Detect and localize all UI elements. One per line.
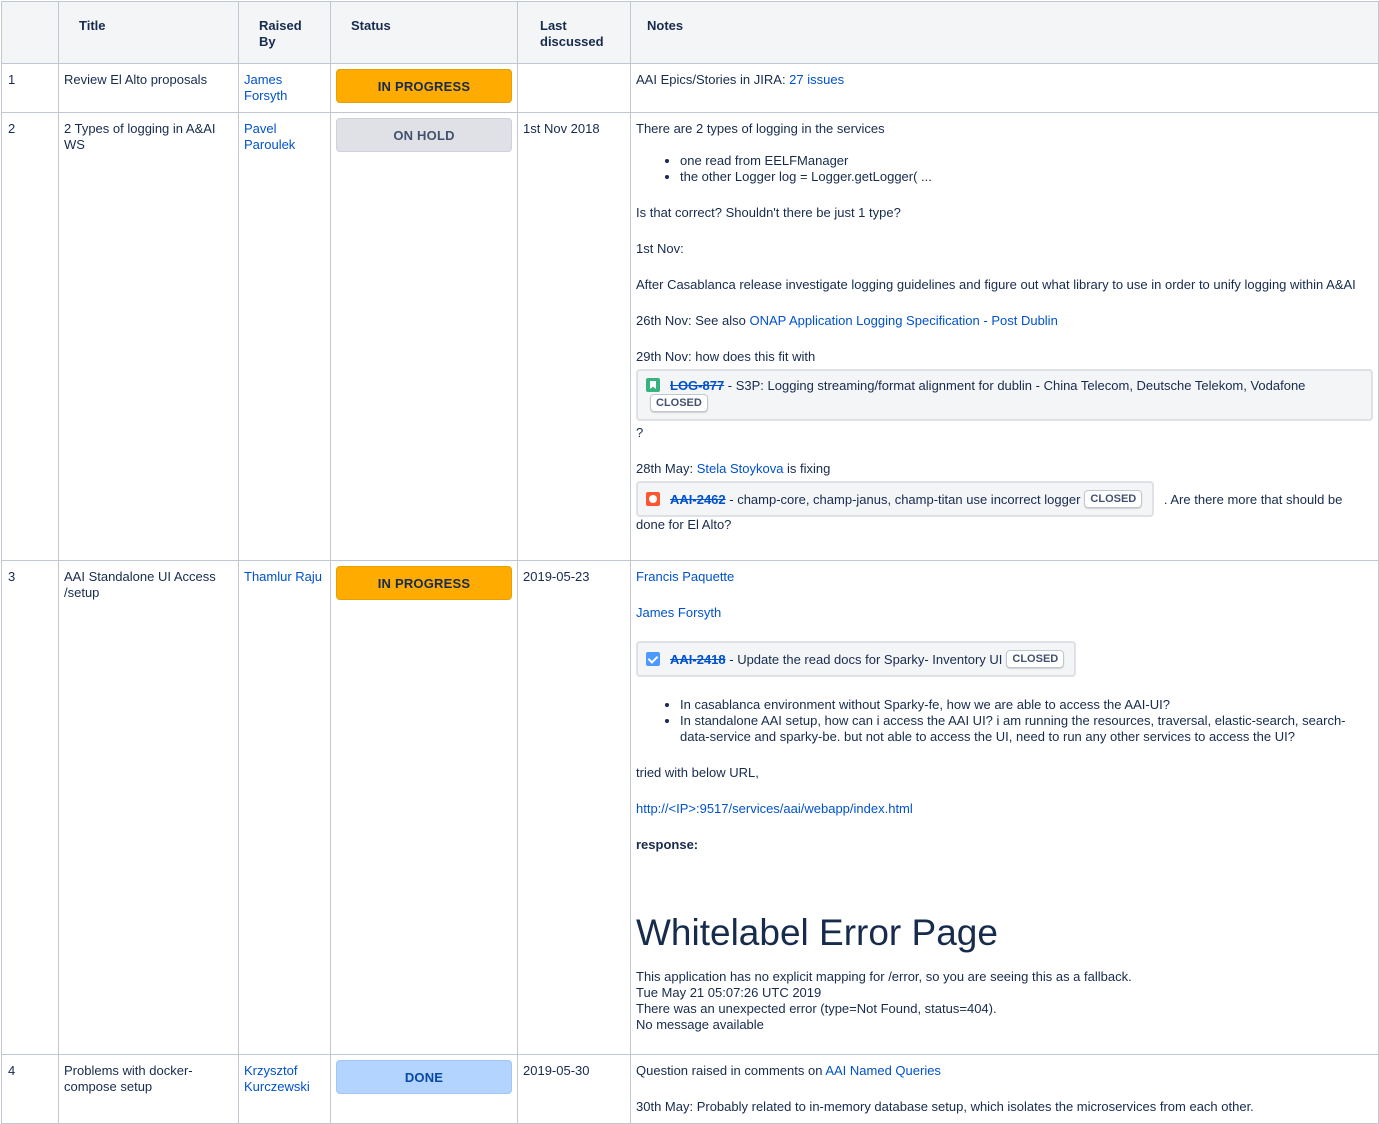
notes-paragraph: 30th May: Probably related to in-memory …	[636, 1099, 1254, 1114]
row-title: Problems with docker-compose setup	[58, 1054, 239, 1124]
row-raised-by: Thamlur Raju	[238, 560, 331, 1055]
table-row: 2 2 Types of logging in A&AI WS Pavel Pa…	[1, 112, 1379, 561]
row-raised-by: James Forsyth	[238, 63, 331, 113]
notes-text: is fixing	[783, 461, 831, 476]
status-lozenge: IN PROGRESS	[336, 69, 512, 103]
notes-text: AAI Epics/Stories in JIRA:	[636, 72, 790, 87]
jira-issue-key[interactable]: AAI-2418	[670, 652, 726, 667]
error-page-title: Whitelabel Error Page	[636, 912, 998, 953]
response-label: response:	[636, 837, 699, 852]
user-mention-link[interactable]: James Forsyth	[636, 605, 721, 620]
row-notes: AAI Epics/Stories in JIRA: 27 issues	[630, 63, 1379, 113]
story-icon	[646, 378, 660, 392]
notes-paragraph: 1st Nov:	[636, 241, 684, 256]
row-last-discussed	[517, 63, 631, 113]
status-lozenge: ON HOLD	[336, 118, 512, 152]
notes-paragraph: AAI-2462 - champ-core, champ-janus, cham…	[636, 481, 1373, 533]
notes-text: Question raised in comments on	[636, 1063, 826, 1078]
jira-issue-macro[interactable]: AAI-2418 - Update the read docs for Spar…	[636, 641, 1077, 677]
table-row: 3 AAI Standalone UI Access /setup Thamlu…	[1, 560, 1379, 1055]
row-number: 4	[1, 1054, 59, 1124]
jira-issue-summary: - S3P: Logging streaming/format alignmen…	[724, 378, 1306, 393]
row-number: 2	[1, 112, 59, 561]
list-item: In casablanca environment without Sparky…	[680, 697, 1373, 713]
row-last-discussed: 2019-05-30	[517, 1054, 631, 1124]
user-mention-link[interactable]: Stela Stoykova	[697, 461, 784, 476]
jira-issue-summary: - champ-core, champ-janus, champ-titan u…	[725, 492, 1081, 507]
notes-paragraph: Question raised in comments on AAI Named…	[636, 1063, 1373, 1079]
list-item: one read from EELFManager	[680, 153, 1373, 169]
bug-icon	[646, 492, 660, 506]
error-line: This application has no explicit mapping…	[636, 969, 1132, 984]
error-line: There was an unexpected error (type=Not …	[636, 1001, 997, 1016]
notes-bullet-list: one read from EELFManager the other Logg…	[636, 153, 1373, 185]
user-mention-link[interactable]: Francis Paquette	[636, 569, 734, 584]
user-mention-link[interactable]: Krzysztof Kurczewski	[244, 1063, 310, 1094]
row-notes: Francis Paquette James Forsyth AAI-2418 …	[630, 560, 1379, 1055]
row-title: AAI Standalone UI Access /setup	[58, 560, 239, 1055]
notes-paragraph: tried with below URL,	[636, 765, 759, 780]
notes-paragraph: 28th May: Stela Stoykova is fixing	[636, 461, 1373, 477]
task-icon	[646, 652, 660, 666]
jira-issue-key[interactable]: AAI-2462	[670, 492, 726, 507]
list-item: In standalone AAI setup, how can i acces…	[680, 713, 1373, 745]
notes-paragraph: James Forsyth	[636, 605, 1373, 621]
notes-paragraph: Francis Paquette	[636, 569, 1373, 585]
header-row: Title Raised By Status Last discussed No…	[1, 1, 1379, 64]
row-raised-by: Pavel Paroulek	[238, 112, 331, 561]
notes-paragraph: response:	[636, 837, 1373, 853]
notes-paragraph: After Casablanca release investigate log…	[636, 277, 1356, 292]
row-number: 3	[1, 560, 59, 1055]
col-header-num	[1, 1, 59, 64]
notes-paragraph: 26th Nov: See also ONAP Application Logg…	[636, 313, 1373, 329]
row-notes: There are 2 types of logging in the serv…	[630, 112, 1379, 561]
jira-issues-link[interactable]: 27 issues	[789, 72, 844, 87]
jira-issue-macro[interactable]: LOG-877 - S3P: Logging streaming/format …	[636, 369, 1373, 421]
notes-paragraph: Is that correct? Shouldn't there be just…	[636, 205, 901, 220]
row-notes: Question raised in comments on AAI Named…	[630, 1054, 1379, 1124]
row-title: Review El Alto proposals	[58, 63, 239, 113]
row-status: IN PROGRESS	[330, 560, 518, 1055]
row-status: IN PROGRESS	[330, 63, 518, 113]
error-line: Tue May 21 05:07:26 UTC 2019	[636, 985, 822, 1000]
table-row: 1 Review El Alto proposals James Forsyth…	[1, 63, 1379, 113]
status-lozenge: IN PROGRESS	[336, 566, 512, 600]
notes-paragraph: 29th Nov: how does this fit with	[636, 349, 816, 364]
notes-bullet-list: In casablanca environment without Sparky…	[636, 697, 1373, 745]
jira-issue-key[interactable]: LOG-877	[670, 378, 724, 393]
col-header-raised-by: Raised By	[238, 1, 331, 64]
col-header-title: Title	[58, 1, 239, 64]
row-last-discussed: 1st Nov 2018	[517, 112, 631, 561]
notes-text: 28th May:	[636, 461, 697, 476]
user-mention-link[interactable]: Thamlur Raju	[244, 569, 322, 584]
col-header-status: Status	[330, 1, 518, 64]
notes-paragraph: There are 2 types of logging in the serv…	[636, 121, 885, 136]
notes-paragraph: http://<IP>:9517/services/aai/webapp/ind…	[636, 801, 1373, 817]
user-mention-link[interactable]: James Forsyth	[244, 72, 287, 103]
status-lozenge: DONE	[336, 1060, 512, 1094]
jira-status-badge: CLOSED	[1084, 490, 1143, 508]
row-status: DONE	[330, 1054, 518, 1124]
notes-paragraph: ?	[636, 425, 644, 440]
col-header-last-discussed: Last discussed	[517, 1, 631, 64]
row-status: ON HOLD	[330, 112, 518, 561]
jira-status-badge: CLOSED	[1006, 650, 1065, 668]
url-link[interactable]: http://<IP>:9517/services/aai/webapp/ind…	[636, 801, 913, 816]
page-link[interactable]: ONAP Application Logging Specification -…	[749, 313, 1057, 328]
issues-table: Title Raised By Status Last discussed No…	[1, 1, 1379, 1124]
row-number: 1	[1, 63, 59, 113]
list-item: the other Logger log = Logger.getLogger(…	[680, 169, 1373, 185]
table-row: 4 Problems with docker-compose setup Krz…	[1, 1054, 1379, 1124]
page-link[interactable]: AAI Named Queries	[825, 1063, 941, 1078]
jira-issue-summary: - Update the read docs for Sparky- Inven…	[725, 652, 1003, 667]
col-header-notes: Notes	[630, 1, 1379, 64]
notes-text: 26th Nov: See also	[636, 313, 750, 328]
jira-status-badge: CLOSED	[650, 394, 708, 412]
row-raised-by: Krzysztof Kurczewski	[238, 1054, 331, 1124]
row-title: 2 Types of logging in A&AI WS	[58, 112, 239, 561]
row-last-discussed: 2019-05-23	[517, 560, 631, 1055]
jira-issue-macro[interactable]: AAI-2462 - champ-core, champ-janus, cham…	[636, 481, 1155, 517]
user-mention-link[interactable]: Pavel Paroulek	[244, 121, 295, 152]
error-line: No message available	[636, 1017, 764, 1032]
